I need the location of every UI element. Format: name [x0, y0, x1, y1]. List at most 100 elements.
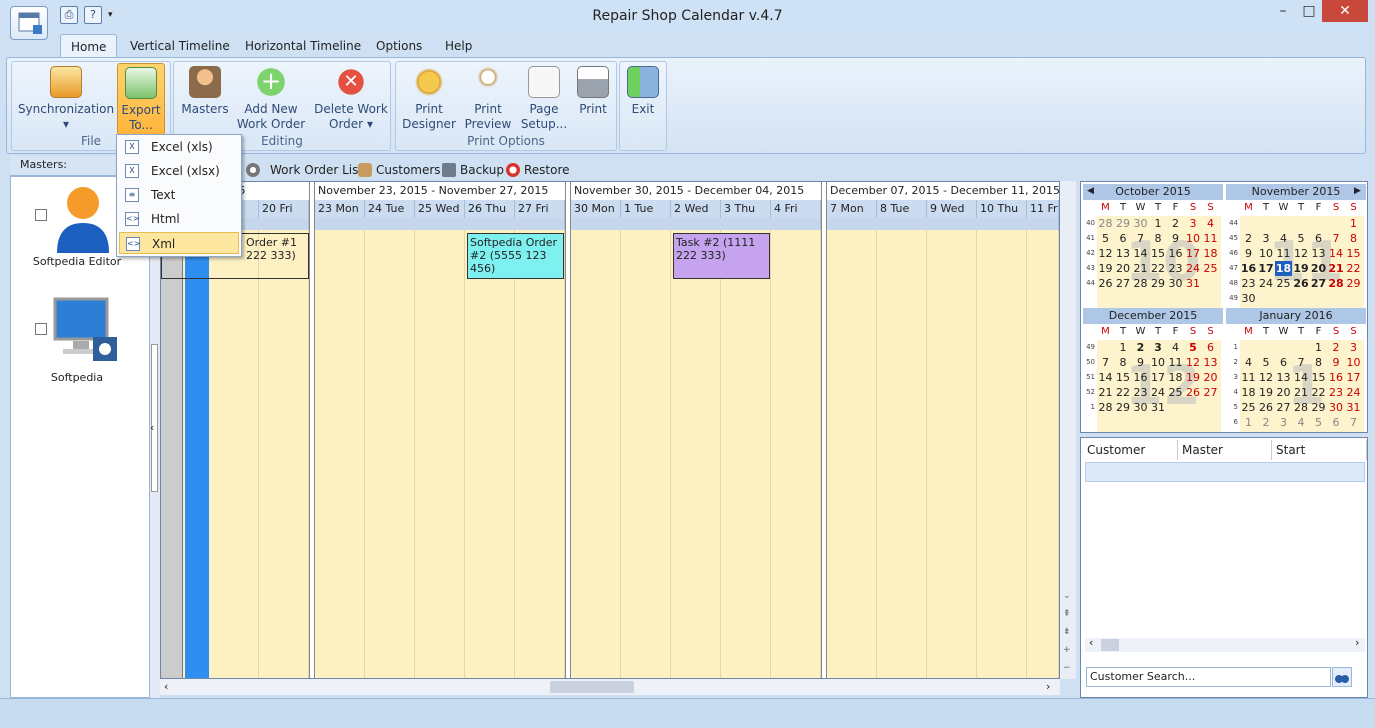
calendar-day[interactable]: 4	[1293, 415, 1310, 430]
export-to-button[interactable]: Export To...	[117, 63, 165, 135]
calendar-day[interactable]: 22	[1345, 261, 1362, 276]
calendar-day[interactable]: 28	[1132, 276, 1149, 291]
export-menu-item-xls[interactable]: X Excel (xls)	[119, 136, 239, 158]
calendar-day[interactable]: 23	[1167, 261, 1184, 276]
calendar-day[interactable]: 5	[1293, 231, 1310, 246]
calendar-day[interactable]: 24	[1185, 261, 1202, 276]
calendar-day[interactable]: 15	[1115, 370, 1132, 385]
day-header[interactable]: 9 Wed	[927, 200, 977, 218]
calendar-day[interactable]: 30	[1240, 291, 1257, 306]
calendar-day[interactable]: 24	[1150, 385, 1167, 400]
exit-button[interactable]: Exit	[622, 66, 664, 117]
day-column[interactable]	[315, 230, 365, 678]
calendar-day[interactable]: 7	[1293, 355, 1310, 370]
calendar-day[interactable]: 19	[1258, 385, 1275, 400]
calendar-day[interactable]: 12	[1293, 246, 1310, 261]
appointment[interactable]: Task #2 (1111 222 333)	[673, 233, 770, 279]
calendar-day[interactable]: 21	[1097, 385, 1114, 400]
calendar-day[interactable]: 16	[1132, 370, 1149, 385]
grid-horizontal-scrollbar[interactable]: ‹ ›	[160, 679, 1060, 695]
calendar-day[interactable]: 8	[1310, 355, 1327, 370]
day-header[interactable]: 20 Fri	[259, 200, 309, 218]
calendar-day[interactable]: 29	[1115, 400, 1132, 415]
calendar-day[interactable]: 3	[1150, 340, 1167, 355]
calendar-day[interactable]: 4	[1240, 355, 1257, 370]
calendar-day[interactable]: 16	[1167, 246, 1184, 261]
calendar-day[interactable]: 16	[1240, 261, 1257, 276]
day-column[interactable]	[927, 230, 977, 678]
calendar-day[interactable]: 18	[1275, 261, 1292, 276]
calendar-day[interactable]: 27	[1275, 400, 1292, 415]
calendar-day[interactable]: 9	[1328, 355, 1345, 370]
calendar-day[interactable]: 12	[1185, 355, 1202, 370]
calendar-day[interactable]: 1	[1115, 340, 1132, 355]
page-setup-button[interactable]: Page Setup...	[516, 66, 572, 132]
day-header[interactable]: 24 Tue	[365, 200, 415, 218]
calendar-day[interactable]: 1	[1345, 216, 1362, 231]
calendar-day[interactable]: 20	[1115, 261, 1132, 276]
calendar-day[interactable]: 21	[1293, 385, 1310, 400]
calendar-day[interactable]: 6	[1202, 340, 1219, 355]
calendar-day[interactable]: 2	[1328, 340, 1345, 355]
calendar-day[interactable]: 4	[1275, 231, 1292, 246]
column-header-start[interactable]: Start	[1272, 440, 1367, 460]
prev-month-icon[interactable]: ◀	[1087, 186, 1094, 196]
backup-button[interactable]: Backup	[442, 161, 504, 179]
appointment[interactable]: Softpedia Order #2 (5555 123 456)	[467, 233, 564, 279]
scroll-left-icon[interactable]: ‹	[164, 679, 168, 695]
customer-search-input[interactable]: Customer Search...	[1086, 667, 1331, 687]
calendar-day[interactable]: 17	[1258, 261, 1275, 276]
calendar-day[interactable]: 5	[1185, 340, 1202, 355]
calendar-day[interactable]: 25	[1240, 400, 1257, 415]
day-header[interactable]: 23 Mon	[315, 200, 365, 218]
calendar-day[interactable]: 27	[1115, 276, 1132, 291]
day-header[interactable]: 4 Fri	[771, 200, 821, 218]
day-column[interactable]	[465, 230, 515, 678]
day-header[interactable]: 25 Wed	[415, 200, 465, 218]
calendar-day[interactable]: 10	[1185, 231, 1202, 246]
calendar-day[interactable]: 2	[1167, 216, 1184, 231]
calendar-day[interactable]: 22	[1150, 261, 1167, 276]
print-button[interactable]: Print	[572, 66, 614, 117]
day-column[interactable]	[515, 230, 565, 678]
calendar-day[interactable]: 26	[1293, 276, 1310, 291]
day-header[interactable]: 8 Tue	[877, 200, 927, 218]
column-header-master[interactable]: Master	[1178, 440, 1272, 460]
calendar-day[interactable]: 20	[1275, 385, 1292, 400]
calendar-day[interactable]: 22	[1115, 385, 1132, 400]
tab-home[interactable]: Home	[60, 34, 118, 58]
day-header[interactable]: 1 Tue	[621, 200, 671, 218]
calendar-day[interactable]: 30	[1132, 400, 1149, 415]
calendar-day[interactable]: 18	[1167, 370, 1184, 385]
day-column[interactable]	[365, 230, 415, 678]
grid-vertical-scrollbar[interactable]: ⌄ ⇞ ⇟ + −	[1060, 181, 1076, 679]
calendar-day[interactable]: 20	[1310, 261, 1327, 276]
scroll-thumb[interactable]	[550, 681, 634, 693]
tab-options[interactable]: Options	[366, 34, 432, 58]
tab-help[interactable]: Help	[435, 34, 482, 58]
calendar-day[interactable]: 1	[1150, 216, 1167, 231]
calendar-day[interactable]: 21	[1328, 261, 1345, 276]
calendar-day[interactable]: 1	[1240, 415, 1257, 430]
calendar-day[interactable]: 11	[1240, 370, 1257, 385]
print-preview-button[interactable]: Print Preview	[460, 66, 516, 132]
day-column[interactable]	[259, 230, 309, 678]
calendar-day[interactable]: 7	[1132, 231, 1149, 246]
calendar-day[interactable]: 29	[1310, 400, 1327, 415]
calendar-day[interactable]: 18	[1240, 385, 1257, 400]
day-column[interactable]	[209, 230, 259, 678]
calendar-day[interactable]: 5	[1310, 415, 1327, 430]
calendar-day[interactable]: 13	[1202, 355, 1219, 370]
calendar-day[interactable]: 13	[1275, 370, 1292, 385]
day-header[interactable]: 11 Fri	[1027, 200, 1059, 218]
work-order-list-button[interactable]: Work Order List	[246, 161, 363, 179]
calendar-day[interactable]: 25	[1167, 385, 1184, 400]
calendar-day[interactable]: 4	[1167, 340, 1184, 355]
calendar-day[interactable]: 3	[1258, 231, 1275, 246]
calendar-day[interactable]: 23	[1328, 385, 1345, 400]
calendar-day[interactable]: 11	[1275, 246, 1292, 261]
calendar-day[interactable]: 28	[1097, 400, 1114, 415]
calendar-day[interactable]: 7	[1097, 355, 1114, 370]
calendar-day[interactable]: 11	[1167, 355, 1184, 370]
calendar-day[interactable]: 30	[1328, 400, 1345, 415]
